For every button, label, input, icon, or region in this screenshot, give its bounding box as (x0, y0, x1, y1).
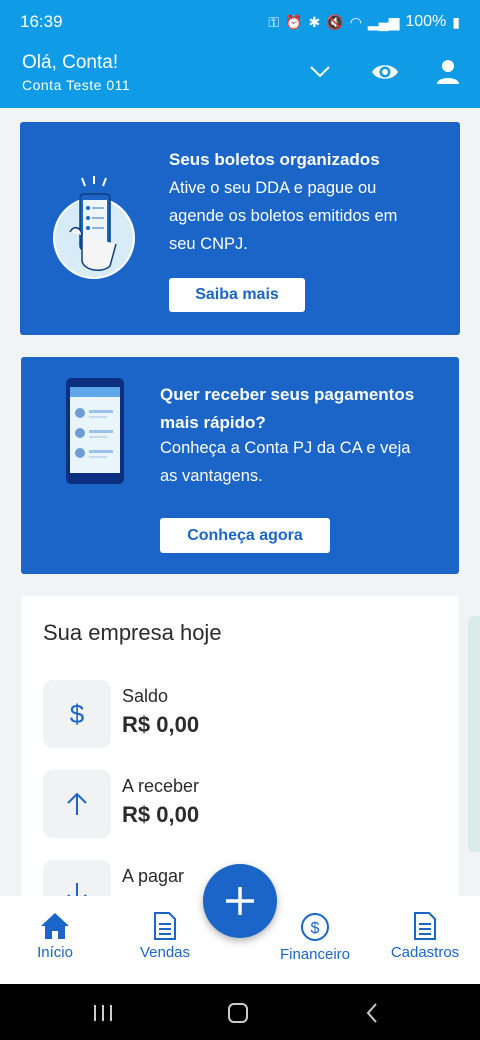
nav-cadastros-label: Cadastros (390, 944, 460, 961)
saldo-row[interactable]: $ Saldo R$ 0,00 (43, 680, 443, 748)
wifi-icon: ◠ (349, 13, 362, 30)
nav-cadastros[interactable]: Cadastros (382, 896, 468, 984)
svg-text:$: $ (311, 920, 320, 937)
bluetooth-icon: ✱ (308, 13, 321, 30)
dollar-circle-icon: $ (301, 913, 329, 941)
a-receber-row[interactable]: A receber R$ 0,00 (43, 770, 443, 838)
saldo-value: R$ 0,00 (122, 712, 200, 737)
alarm-icon: ⏰ (285, 13, 303, 30)
home-content[interactable]: Seus boletos organizados Ative o seu DDA… (0, 108, 480, 896)
nav-inicio-label: Início (37, 944, 73, 961)
recent-apps-icon[interactable] (93, 1004, 113, 1022)
nav-financeiro[interactable]: $ Financeiro (270, 896, 360, 984)
profile-button[interactable] (430, 54, 466, 90)
battery-percent: 100% (405, 13, 447, 30)
company-summary-title: Sua empresa hoje (43, 620, 222, 645)
status-time: 16:39 (20, 12, 63, 31)
dda-banner-text: Ative o seu DDA e pague ou agende os bol… (169, 179, 398, 253)
phone-illustration (66, 378, 124, 484)
saldo-label: Saldo (122, 686, 169, 706)
dollar-icon: $ (43, 680, 111, 748)
account-name: Conta Teste 011 (22, 77, 131, 93)
eye-icon (372, 65, 398, 79)
toggle-visibility-button[interactable] (367, 54, 403, 90)
battery-icon: ▮ (452, 13, 460, 30)
saiba-mais-button[interactable]: Saiba mais (169, 278, 305, 312)
add-button[interactable] (203, 864, 277, 938)
next-card-peek[interactable] (468, 616, 480, 852)
back-icon[interactable] (366, 1003, 378, 1023)
conta-pj-banner-text: Conheça a Conta PJ da CA e veja as vanta… (160, 439, 411, 485)
plus-icon (226, 887, 254, 915)
company-summary-card: Sua empresa hoje $ Saldo R$ 0,00 A receb… (21, 596, 459, 896)
home-icon (41, 913, 69, 939)
conta-pj-banner: Quer receber seus pagamentos mais rápido… (21, 357, 459, 574)
a-receber-value: R$ 0,00 (122, 802, 200, 827)
document-icon (414, 912, 436, 940)
dda-banner-title: Seus boletos organizados (169, 150, 380, 169)
phone-hand-illustration (53, 176, 135, 279)
mute-icon: 🔇 (326, 13, 344, 30)
conheca-agora-button[interactable]: Conheça agora (160, 518, 330, 553)
nav-financeiro-label: Financeiro (279, 946, 351, 963)
dda-banner: Seus boletos organizados Ative o seu DDA… (20, 122, 460, 335)
arrow-up-icon (43, 770, 111, 838)
conta-pj-banner-title: Quer receber seus pagamentos mais rápido… (160, 385, 415, 432)
home-button-icon[interactable] (228, 1003, 248, 1023)
arrow-down-icon (43, 860, 111, 896)
status-bar: 16:39 ⚿ ⏰ ✱ 🔇 ◠ ▂▄▆ 100% ▮ (0, 0, 480, 44)
app-header: Olá, Conta! Conta Teste 011 (0, 44, 480, 108)
system-navigation-bar (0, 984, 480, 1040)
status-icons: ⚿ ⏰ ✱ 🔇 ◠ ▂▄▆ 100% ▮ (268, 13, 460, 31)
account-dropdown-button[interactable] (302, 54, 338, 90)
greeting: Olá, Conta! (22, 52, 119, 73)
a-pagar-label: A pagar (122, 866, 185, 886)
nav-vendas[interactable]: Vendas (124, 896, 206, 984)
nav-vendas-label: Vendas (139, 944, 191, 961)
nav-inicio[interactable]: Início (14, 896, 96, 984)
user-icon (437, 60, 459, 84)
document-icon (154, 912, 176, 940)
key-icon: ⚿ (268, 13, 280, 30)
a-receber-label: A receber (122, 776, 200, 796)
chevron-down-icon (310, 66, 330, 78)
signal-icon: ▂▄▆ (367, 13, 400, 30)
